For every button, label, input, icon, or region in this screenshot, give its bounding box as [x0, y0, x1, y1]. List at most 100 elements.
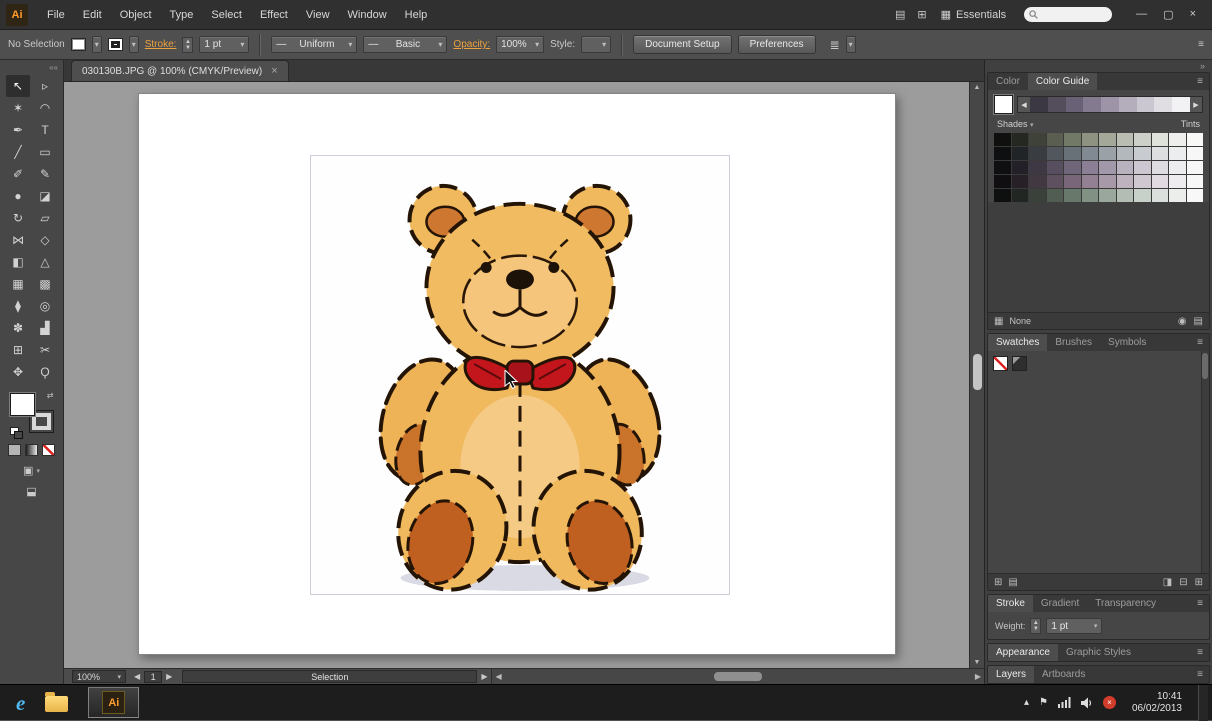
color-swatch[interactable] — [1046, 175, 1063, 188]
color-swatch[interactable] — [1046, 189, 1063, 202]
color-swatch[interactable] — [1011, 147, 1028, 160]
color-swatch[interactable] — [994, 175, 1011, 188]
zoom-tool[interactable]: Ϙ — [33, 361, 57, 383]
canvas-area[interactable]: ▲ ▼ — [64, 82, 984, 668]
color-swatch[interactable] — [1186, 161, 1203, 174]
menu-view[interactable]: View — [297, 4, 339, 26]
color-swatch[interactable] — [1116, 147, 1133, 160]
limit-colors-icon[interactable]: ▦ — [994, 316, 1003, 327]
color-swatch[interactable] — [994, 161, 1011, 174]
save-to-swatches-icon[interactable]: ▤ — [1194, 316, 1203, 327]
opacity-select[interactable]: 100% ▾ — [496, 36, 545, 53]
color-swatch[interactable] — [1151, 133, 1168, 146]
color-swatch[interactable] — [1029, 161, 1046, 174]
variation-swatch[interactable] — [1101, 97, 1119, 112]
vertical-scrollbar[interactable]: ▲ ▼ — [969, 82, 984, 668]
color-swatch[interactable] — [1134, 133, 1151, 146]
stroke-color-swatch[interactable] — [107, 38, 123, 51]
column-graph-tool[interactable]: ▟ — [33, 317, 57, 339]
color-swatch[interactable] — [1169, 189, 1186, 202]
illustrator-taskbar-button[interactable]: Ai — [88, 687, 140, 718]
color-swatch[interactable] — [1081, 189, 1098, 202]
brush-definition-select[interactable]: — Basic ▾ — [363, 36, 448, 53]
screen-mode-button[interactable]: ⬓ — [26, 485, 36, 498]
color-swatch[interactable] — [1064, 175, 1081, 188]
width-profile-select[interactable]: — Uniform ▾ — [271, 36, 358, 53]
gradient-tool[interactable]: ▩ — [33, 273, 57, 295]
vertical-scroll-thumb[interactable] — [973, 354, 982, 390]
color-swatch[interactable] — [1099, 175, 1116, 188]
collapse-dock-icon[interactable]: » — [1200, 61, 1205, 71]
artboard-tool[interactable]: ⊞ — [6, 339, 30, 361]
status-flyout-icon[interactable]: ▶ — [481, 672, 487, 681]
panel-menu-icon[interactable]: ≡ — [1191, 666, 1209, 683]
alert-badge-icon[interactable]: × — [1102, 696, 1116, 709]
new-swatch-icon[interactable]: ⊞ — [1195, 577, 1203, 588]
swatch-libraries-icon[interactable]: ⊞ — [994, 577, 1002, 588]
tab-layers[interactable]: Layers — [988, 666, 1035, 683]
tab-appearance[interactable]: Appearance — [988, 644, 1058, 661]
prev-artboard-icon[interactable]: ◀ — [134, 672, 140, 681]
menu-object[interactable]: Object — [111, 4, 161, 26]
tab-color[interactable]: Color — [988, 73, 1028, 90]
fill-dropdown[interactable]: ▾ — [91, 36, 102, 53]
menu-type[interactable]: Type — [161, 4, 203, 26]
scroll-up-icon[interactable]: ▲ — [970, 84, 984, 91]
color-swatch[interactable] — [1011, 161, 1028, 174]
color-swatch[interactable] — [1011, 175, 1028, 188]
rotate-tool[interactable]: ↻ — [6, 207, 30, 229]
layout-icon[interactable]: ⊞ — [911, 6, 932, 23]
align-dropdown[interactable]: ▾ — [845, 36, 856, 53]
menu-effect[interactable]: Effect — [251, 4, 297, 26]
tab-transparency[interactable]: Transparency — [1087, 595, 1164, 612]
variation-swatch[interactable] — [1118, 97, 1137, 112]
tab-artboards[interactable]: Artboards — [1034, 666, 1093, 683]
color-swatch[interactable] — [1029, 189, 1046, 202]
swatches-scroll-thumb[interactable] — [1202, 353, 1208, 379]
color-swatch[interactable] — [1134, 175, 1151, 188]
zoom-select[interactable]: 100% ▾ — [72, 670, 126, 683]
free-transform-tool[interactable]: ◇ — [33, 229, 57, 251]
color-swatch[interactable] — [1064, 147, 1081, 160]
symbol-sprayer-tool[interactable]: ✽ — [6, 317, 30, 339]
close-icon[interactable]: × — [1190, 8, 1196, 21]
color-swatch[interactable] — [1134, 161, 1151, 174]
color-swatch[interactable] — [1169, 161, 1186, 174]
color-swatch[interactable] — [1029, 147, 1046, 160]
new-color-group-icon[interactable]: ⊟ — [1179, 577, 1187, 588]
registration-swatch[interactable] — [1012, 356, 1027, 371]
type-tool[interactable]: T — [33, 119, 57, 141]
network-icon[interactable] — [1057, 697, 1071, 708]
lasso-tool[interactable]: ◠ — [33, 97, 57, 119]
color-swatch[interactable] — [1116, 175, 1133, 188]
search-input[interactable] — [1024, 7, 1113, 22]
tab-graphic-styles[interactable]: Graphic Styles — [1058, 644, 1139, 661]
color-swatch[interactable] — [1116, 189, 1133, 202]
show-kinds-icon[interactable]: ▤ — [1008, 577, 1017, 588]
menu-file[interactable]: File — [38, 4, 74, 26]
color-swatch[interactable] — [1169, 133, 1186, 146]
hidden-icons-icon[interactable]: ▴ — [1024, 697, 1029, 708]
menu-window[interactable]: Window — [339, 4, 396, 26]
color-swatch[interactable] — [1186, 175, 1203, 188]
tab-stroke[interactable]: Stroke — [988, 595, 1033, 612]
color-swatch[interactable] — [1046, 147, 1063, 160]
variation-swatch[interactable] — [1154, 97, 1173, 112]
internet-explorer-icon[interactable]: e — [16, 692, 25, 713]
variation-swatch[interactable] — [1083, 97, 1102, 112]
status-indicator[interactable]: Selection — [182, 670, 478, 683]
draw-mode-button[interactable]: ▣ ▾ — [23, 464, 40, 477]
panel-menu-icon[interactable]: ≡ — [1191, 73, 1209, 90]
color-swatch[interactable] — [1169, 175, 1186, 188]
variation-swatch[interactable] — [1172, 97, 1191, 112]
variation-swatch[interactable] — [1047, 97, 1066, 112]
color-swatch[interactable] — [1081, 133, 1098, 146]
color-swatch[interactable] — [1186, 189, 1203, 202]
volume-icon[interactable] — [1080, 697, 1093, 709]
selection-tool[interactable]: ↖ — [6, 75, 30, 97]
action-center-icon[interactable]: ⚑ — [1039, 697, 1048, 708]
color-swatch[interactable] — [1151, 189, 1168, 202]
stroke-weight-stepper[interactable]: ▲ ▼ — [182, 36, 194, 53]
magic-wand-tool[interactable]: ✶ — [6, 97, 30, 119]
tab-swatches[interactable]: Swatches — [988, 334, 1048, 351]
